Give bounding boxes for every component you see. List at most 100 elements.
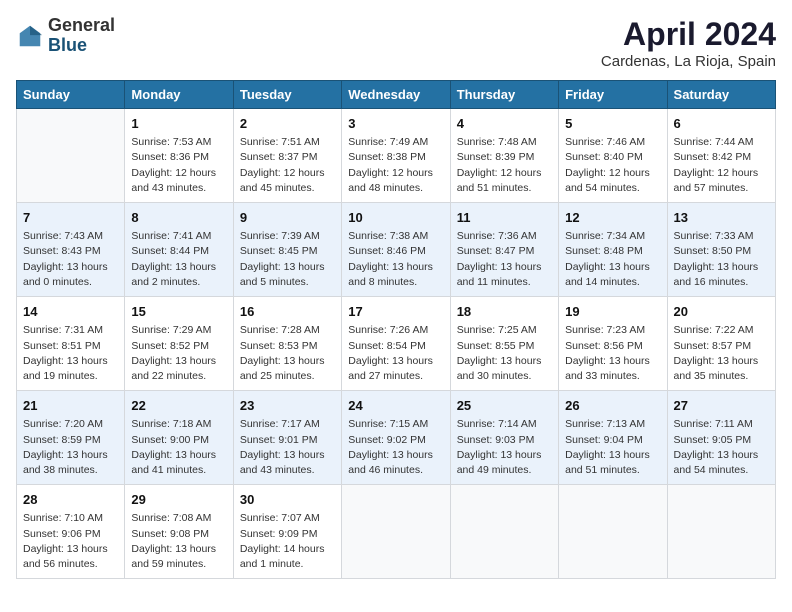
day-number: 25	[457, 397, 552, 415]
logo: General Blue	[16, 16, 115, 56]
day-number: 18	[457, 303, 552, 321]
day-info: Sunrise: 7:17 AM Sunset: 9:01 PM Dayligh…	[240, 417, 335, 478]
day-number: 14	[23, 303, 118, 321]
col-header-tuesday: Tuesday	[233, 81, 341, 109]
day-number: 13	[674, 209, 769, 227]
location-subtitle: Cardenas, La Rioja, Spain	[601, 53, 776, 70]
day-number: 5	[565, 115, 660, 133]
calendar-cell	[450, 485, 558, 579]
day-info: Sunrise: 7:53 AM Sunset: 8:36 PM Dayligh…	[131, 135, 226, 196]
calendar-cell: 1Sunrise: 7:53 AM Sunset: 8:36 PM Daylig…	[125, 109, 233, 203]
day-number: 15	[131, 303, 226, 321]
calendar-cell: 29 Sunrise: 7:08 AM Sunset: 9:08 PM Dayli…	[125, 485, 233, 579]
calendar-cell: 11 Sunrise: 7:36 AM Sunset: 8:47 PM Dayli…	[450, 203, 558, 297]
calendar-cell: 16Sunrise: 7:28 AM Sunset: 8:53 PM Dayli…	[233, 297, 341, 391]
calendar-cell	[342, 485, 450, 579]
month-year-title: April 2024	[601, 16, 776, 53]
col-header-wednesday: Wednesday	[342, 81, 450, 109]
day-info: Sunrise: 7:43 AM Sunset: 8:43 PM Dayligh…	[23, 229, 118, 290]
calendar-cell: 8 Sunrise: 7:41 AM Sunset: 8:44 PM Daylig…	[125, 203, 233, 297]
calendar-cell: 2 Sunrise: 7:51 AM Sunset: 8:37 PM Daylig…	[233, 109, 341, 203]
day-info: Sunrise: 7:15 AM Sunset: 9:02 PM Dayligh…	[348, 417, 443, 478]
calendar-cell: 20Sunrise: 7:22 AM Sunset: 8:57 PM Dayli…	[667, 297, 775, 391]
calendar-cell: 22 Sunrise: 7:18 AM Sunset: 9:00 PM Dayli…	[125, 391, 233, 485]
day-number: 27	[674, 397, 769, 415]
day-number: 17	[348, 303, 443, 321]
calendar-cell: 24 Sunrise: 7:15 AM Sunset: 9:02 PM Dayli…	[342, 391, 450, 485]
col-header-thursday: Thursday	[450, 81, 558, 109]
calendar-cell: 21Sunrise: 7:20 AM Sunset: 8:59 PM Dayli…	[17, 391, 125, 485]
header-row: SundayMondayTuesdayWednesdayThursdayFrid…	[17, 81, 776, 109]
day-info: Sunrise: 7:38 AM Sunset: 8:46 PM Dayligh…	[348, 229, 443, 290]
day-number: 10	[348, 209, 443, 227]
calendar-cell: 23 Sunrise: 7:17 AM Sunset: 9:01 PM Dayli…	[233, 391, 341, 485]
day-number: 6	[674, 115, 769, 133]
col-header-monday: Monday	[125, 81, 233, 109]
calendar-cell: 9 Sunrise: 7:39 AM Sunset: 8:45 PM Daylig…	[233, 203, 341, 297]
calendar-cell: 10 Sunrise: 7:38 AM Sunset: 8:46 PM Dayli…	[342, 203, 450, 297]
title-block: April 2024 Cardenas, La Rioja, Spain	[601, 16, 776, 70]
day-info: Sunrise: 7:29 AM Sunset: 8:52 PM Dayligh…	[131, 323, 226, 384]
week-row-2: 7 Sunrise: 7:43 AM Sunset: 8:43 PM Daylig…	[17, 203, 776, 297]
day-info: Sunrise: 7:36 AM Sunset: 8:47 PM Dayligh…	[457, 229, 552, 290]
day-number: 29	[131, 491, 226, 509]
calendar-cell: 28Sunrise: 7:10 AM Sunset: 9:06 PM Dayli…	[17, 485, 125, 579]
day-info: Sunrise: 7:28 AM Sunset: 8:53 PM Dayligh…	[240, 323, 335, 384]
day-info: Sunrise: 7:48 AM Sunset: 8:39 PM Dayligh…	[457, 135, 552, 196]
day-info: Sunrise: 7:25 AM Sunset: 8:55 PM Dayligh…	[457, 323, 552, 384]
calendar-cell: 14 Sunrise: 7:31 AM Sunset: 8:51 PM Dayli…	[17, 297, 125, 391]
col-header-sunday: Sunday	[17, 81, 125, 109]
day-info: Sunrise: 7:18 AM Sunset: 9:00 PM Dayligh…	[131, 417, 226, 478]
day-info: Sunrise: 7:41 AM Sunset: 8:44 PM Dayligh…	[131, 229, 226, 290]
calendar-cell: 17 Sunrise: 7:26 AM Sunset: 8:54 PM Dayli…	[342, 297, 450, 391]
day-info: Sunrise: 7:08 AM Sunset: 9:08 PM Dayligh…	[131, 511, 226, 572]
page-header: General Blue April 2024 Cardenas, La Rio…	[16, 16, 776, 70]
day-number: 26	[565, 397, 660, 415]
calendar-cell: 18 Sunrise: 7:25 AM Sunset: 8:55 PM Dayli…	[450, 297, 558, 391]
day-info: Sunrise: 7:20 AM Sunset: 8:59 PM Dayligh…	[23, 417, 118, 478]
day-info: Sunrise: 7:51 AM Sunset: 8:37 PM Dayligh…	[240, 135, 335, 196]
day-number: 28	[23, 491, 118, 509]
calendar-table: SundayMondayTuesdayWednesdayThursdayFrid…	[16, 80, 776, 579]
calendar-cell	[17, 109, 125, 203]
calendar-cell: 12Sunrise: 7:34 AM Sunset: 8:48 PM Dayli…	[559, 203, 667, 297]
day-info: Sunrise: 7:07 AM Sunset: 9:09 PM Dayligh…	[240, 511, 335, 572]
day-info: Sunrise: 7:14 AM Sunset: 9:03 PM Dayligh…	[457, 417, 552, 478]
day-info: Sunrise: 7:46 AM Sunset: 8:40 PM Dayligh…	[565, 135, 660, 196]
day-info: Sunrise: 7:11 AM Sunset: 9:05 PM Dayligh…	[674, 417, 769, 478]
col-header-saturday: Saturday	[667, 81, 775, 109]
day-number: 22	[131, 397, 226, 415]
day-number: 2	[240, 115, 335, 133]
week-row-5: 28Sunrise: 7:10 AM Sunset: 9:06 PM Dayli…	[17, 485, 776, 579]
week-row-4: 21Sunrise: 7:20 AM Sunset: 8:59 PM Dayli…	[17, 391, 776, 485]
day-number: 11	[457, 209, 552, 227]
day-number: 7	[23, 209, 118, 227]
day-number: 9	[240, 209, 335, 227]
week-row-3: 14 Sunrise: 7:31 AM Sunset: 8:51 PM Dayli…	[17, 297, 776, 391]
day-number: 24	[348, 397, 443, 415]
day-number: 3	[348, 115, 443, 133]
day-number: 19	[565, 303, 660, 321]
day-info: Sunrise: 7:39 AM Sunset: 8:45 PM Dayligh…	[240, 229, 335, 290]
col-header-friday: Friday	[559, 81, 667, 109]
day-info: Sunrise: 7:31 AM Sunset: 8:51 PM Dayligh…	[23, 323, 118, 384]
day-number: 12	[565, 209, 660, 227]
calendar-cell: 15 Sunrise: 7:29 AM Sunset: 8:52 PM Dayli…	[125, 297, 233, 391]
day-number: 8	[131, 209, 226, 227]
logo-text: General Blue	[48, 16, 115, 56]
day-number: 23	[240, 397, 335, 415]
calendar-cell: 27 Sunrise: 7:11 AM Sunset: 9:05 PM Dayli…	[667, 391, 775, 485]
day-number: 4	[457, 115, 552, 133]
calendar-cell	[559, 485, 667, 579]
day-info: Sunrise: 7:44 AM Sunset: 8:42 PM Dayligh…	[674, 135, 769, 196]
calendar-cell: 5 Sunrise: 7:46 AM Sunset: 8:40 PM Daylig…	[559, 109, 667, 203]
calendar-cell: 6 Sunrise: 7:44 AM Sunset: 8:42 PM Daylig…	[667, 109, 775, 203]
day-number: 20	[674, 303, 769, 321]
day-info: Sunrise: 7:49 AM Sunset: 8:38 PM Dayligh…	[348, 135, 443, 196]
calendar-cell: 19 Sunrise: 7:23 AM Sunset: 8:56 PM Dayli…	[559, 297, 667, 391]
calendar-cell: 4 Sunrise: 7:48 AM Sunset: 8:39 PM Daylig…	[450, 109, 558, 203]
calendar-cell: 13 Sunrise: 7:33 AM Sunset: 8:50 PM Dayli…	[667, 203, 775, 297]
day-info: Sunrise: 7:26 AM Sunset: 8:54 PM Dayligh…	[348, 323, 443, 384]
day-info: Sunrise: 7:33 AM Sunset: 8:50 PM Dayligh…	[674, 229, 769, 290]
day-info: Sunrise: 7:23 AM Sunset: 8:56 PM Dayligh…	[565, 323, 660, 384]
